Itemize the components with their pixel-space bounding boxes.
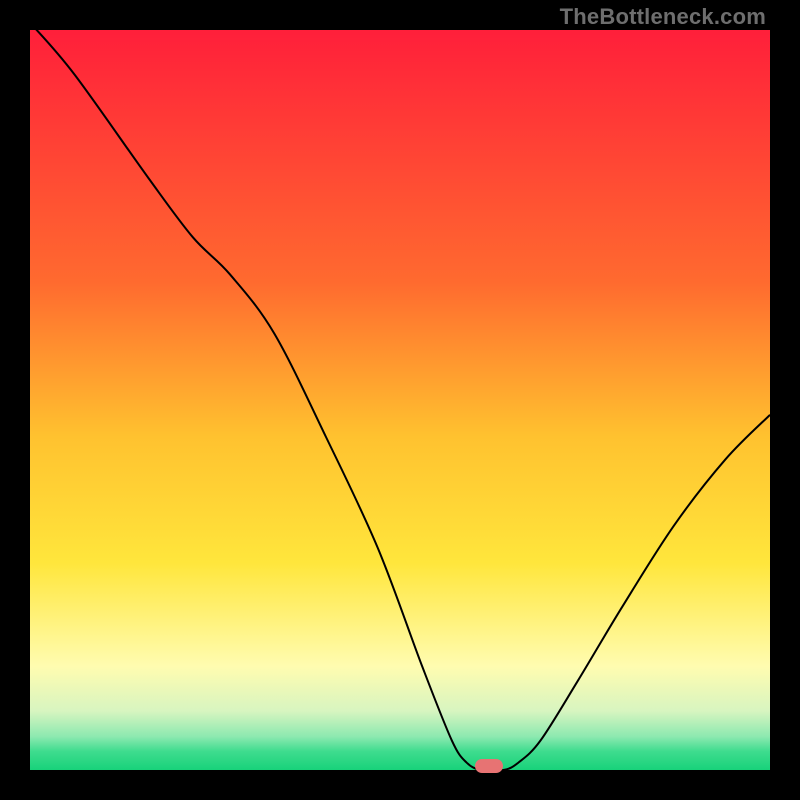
watermark-text: TheBottleneck.com (560, 4, 766, 30)
chart-frame: TheBottleneck.com (0, 0, 800, 800)
bottleneck-curve (30, 30, 770, 770)
optimal-point-marker (475, 759, 503, 773)
plot-area (30, 30, 770, 770)
